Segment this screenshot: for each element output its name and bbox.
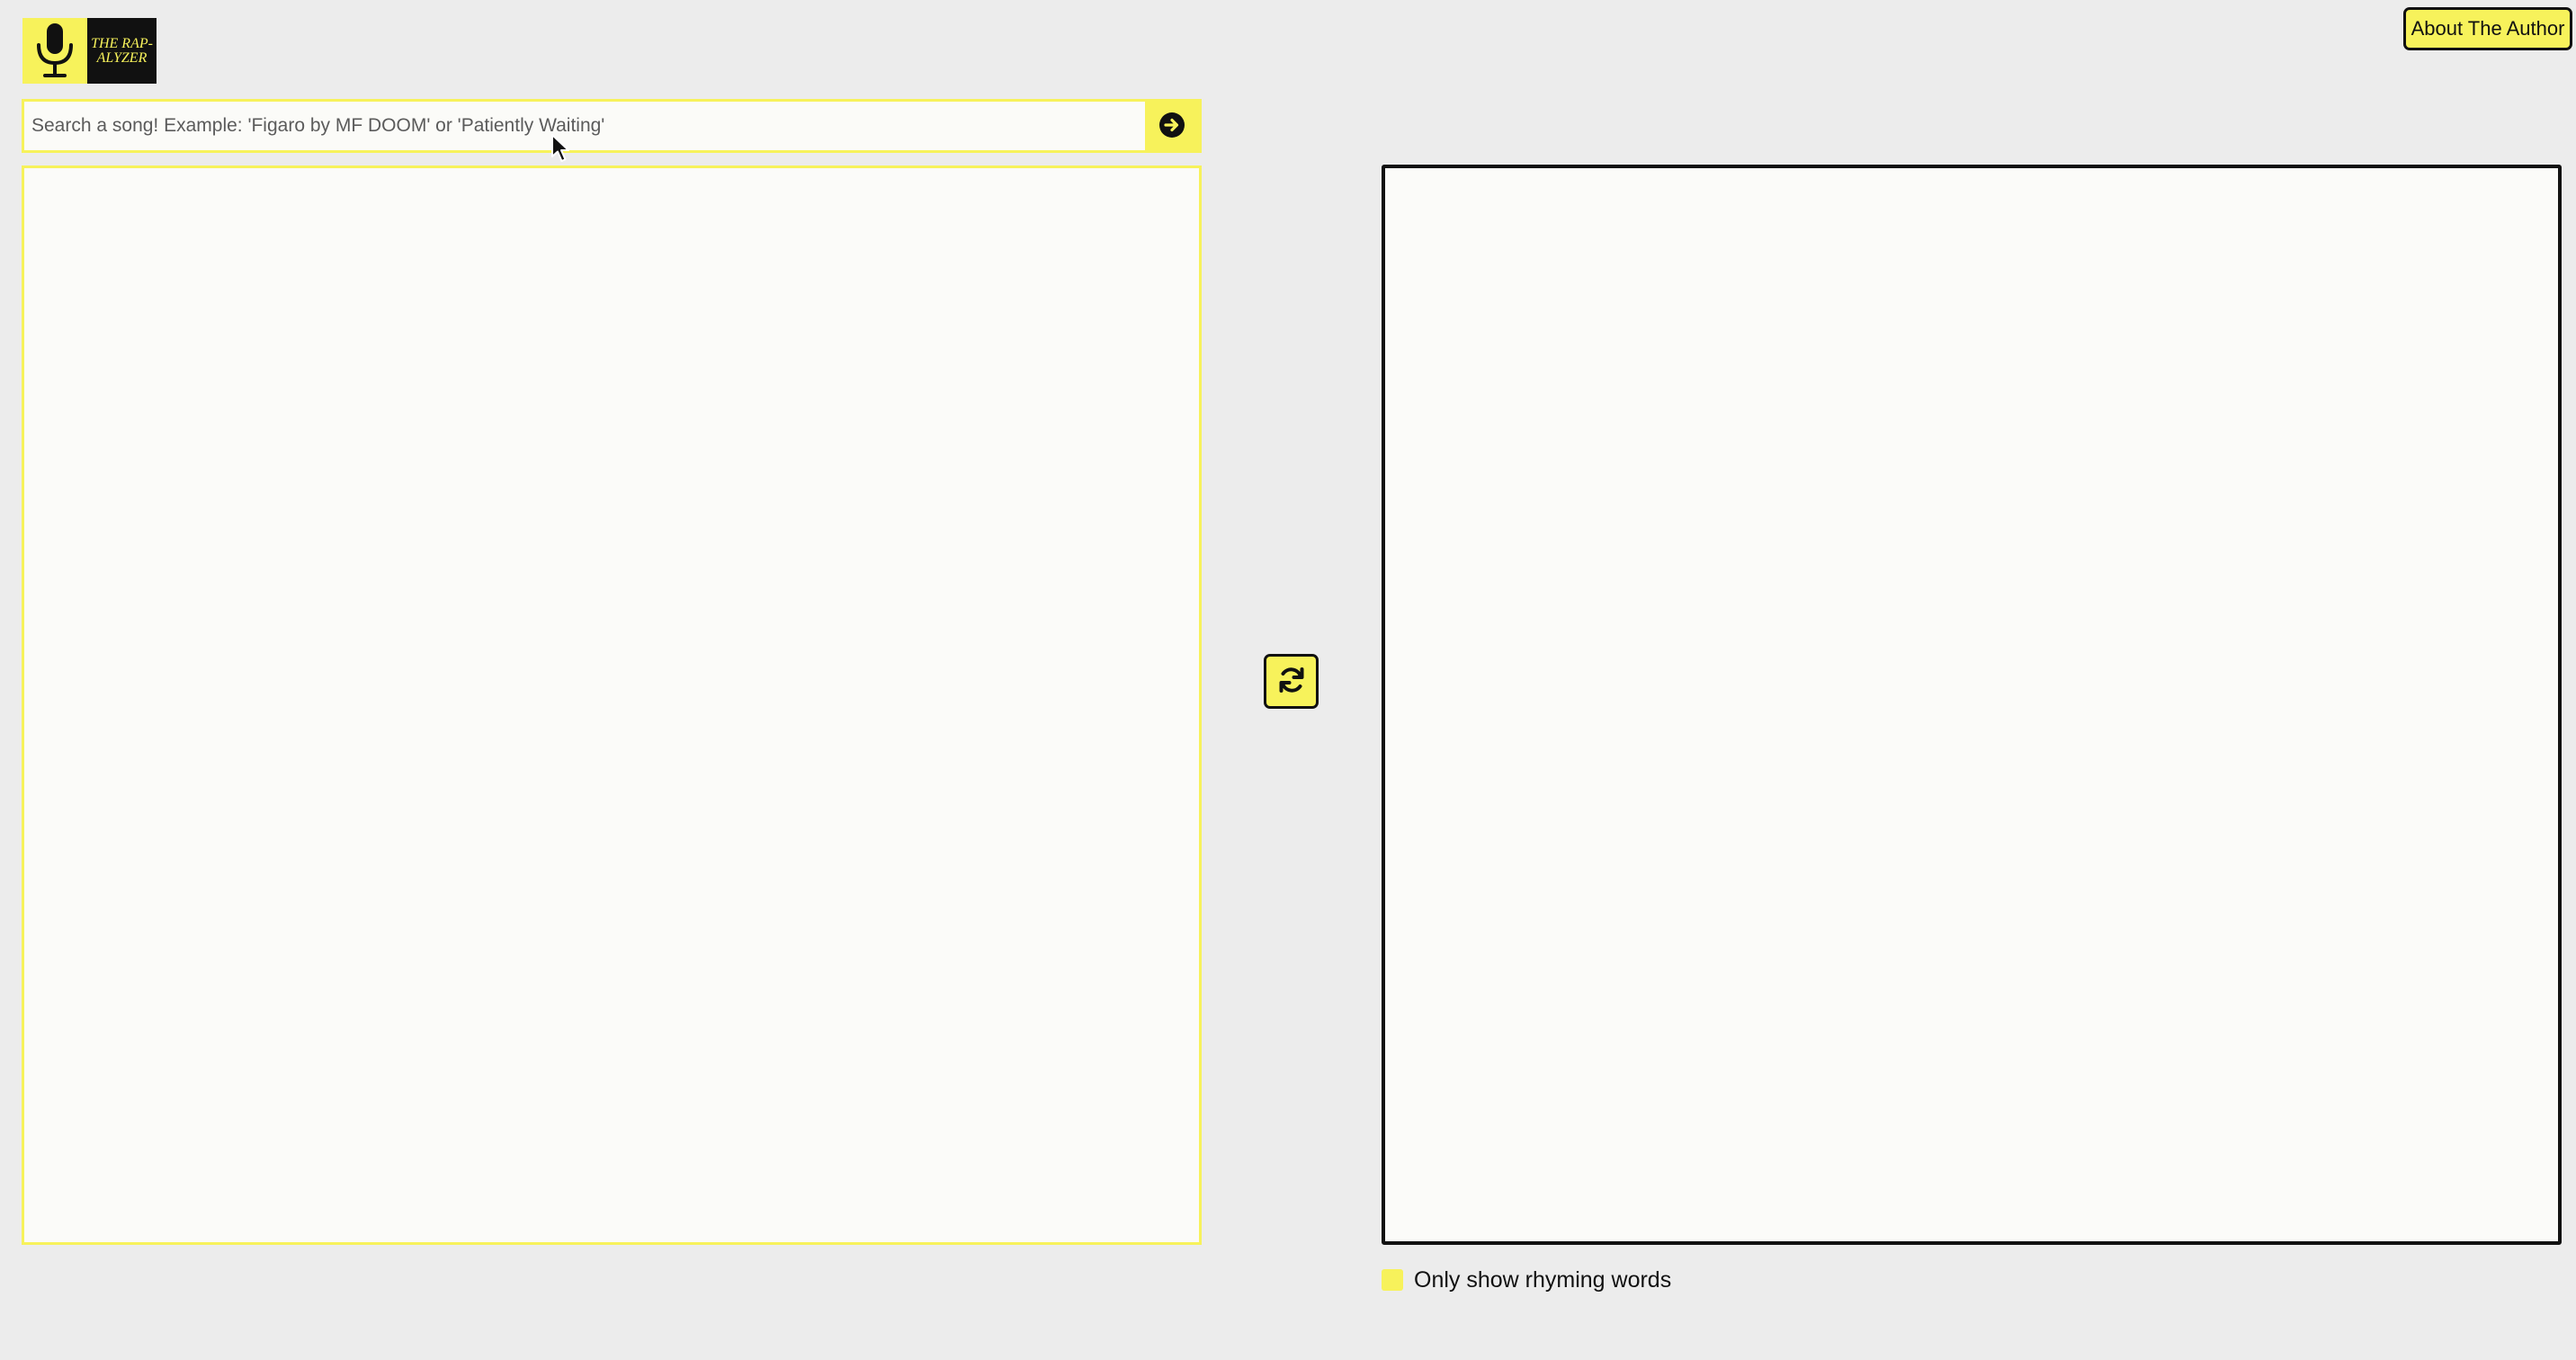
search-input[interactable] — [24, 102, 1145, 150]
swap-button[interactable] — [1264, 654, 1319, 709]
rhyme-checkbox[interactable] — [1382, 1269, 1403, 1291]
arrow-right-circle-icon — [1158, 112, 1185, 141]
app-logo: THE RAP- ALYZER — [22, 18, 157, 84]
rhyme-toggle-label: Only show rhyming words — [1414, 1266, 1672, 1293]
refresh-icon — [1275, 664, 1308, 699]
microphone-icon — [22, 18, 87, 84]
logo-line-2: ALYZER — [96, 49, 148, 66]
about-author-button[interactable]: About The Author — [2403, 7, 2572, 50]
search-bar — [22, 99, 1202, 153]
lyrics-panel[interactable] — [22, 166, 1202, 1245]
logo-wordmark: THE RAP- ALYZER — [87, 18, 157, 84]
rhyme-toggle[interactable]: Only show rhyming words — [1382, 1266, 1671, 1293]
search-submit-button[interactable] — [1145, 102, 1199, 150]
logo-line-1: THE RAP- — [91, 35, 153, 51]
analysis-panel[interactable] — [1382, 165, 2562, 1245]
